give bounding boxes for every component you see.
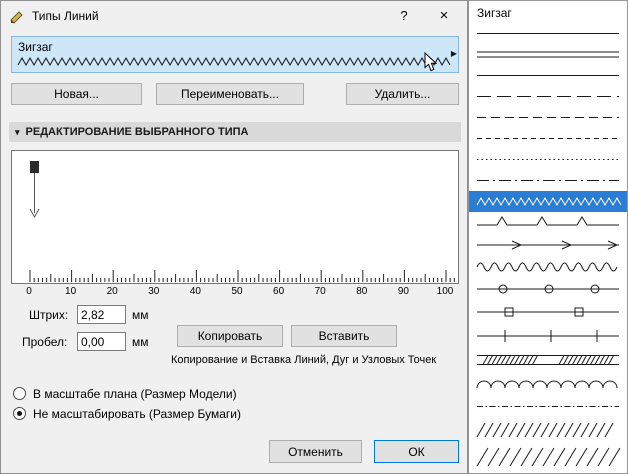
line-type-item-squares[interactable] (469, 300, 627, 324)
dialog-title: Типы Линий (32, 9, 99, 23)
copy-paste-hint: Копирование и Вставка Линий, Дуг и Узлов… (171, 354, 436, 366)
scale-option-model-label: В масштабе плана (Размер Модели) (33, 387, 237, 401)
cancel-button[interactable]: Отменить (269, 440, 362, 463)
line-type-item-dot[interactable] (469, 149, 627, 170)
line-edit-canvas[interactable] (11, 150, 459, 284)
new-button[interactable]: Новая... (11, 83, 142, 105)
ruler-label: 80 (356, 286, 367, 297)
ruler-labels: 0 10 20 30 40 50 60 70 80 90 100 (11, 286, 459, 298)
gap-label: Пробел: (22, 335, 67, 349)
ruler-label: 20 (107, 286, 118, 297)
line-type-item-dense-dashdot[interactable] (469, 396, 627, 417)
line-type-item-solid[interactable] (469, 23, 627, 44)
edit-section-title: РЕДАКТИРОВАНИЕ ВЫБРАННОГО ТИПА (26, 126, 249, 138)
scale-option-paper-label: Не масштабировать (Размер Бумаги) (33, 407, 241, 421)
line-type-item-dash-dot[interactable] (469, 170, 627, 191)
ruler-label: 50 (231, 286, 242, 297)
ruler-label: 100 (437, 286, 454, 297)
selected-type-preview (16, 53, 454, 70)
line-type-item-scallop[interactable] (469, 372, 627, 396)
ruler-label: 70 (315, 286, 326, 297)
gap-input[interactable] (77, 332, 126, 351)
ruler-label: 90 (398, 286, 409, 297)
dash-label: Штрих: (29, 308, 68, 322)
line-type-item-dash-short[interactable] (469, 128, 627, 149)
dash-handle[interactable] (18, 159, 58, 232)
line-type-item-circles[interactable] (469, 278, 627, 300)
delete-button[interactable]: Удалить... (346, 83, 459, 105)
dash-unit: мм (132, 308, 149, 322)
flyout-title: Зигзаг (469, 1, 627, 23)
selected-type-name: Зигзаг (18, 40, 53, 54)
ok-button[interactable]: ОК (374, 440, 459, 463)
copy-button[interactable]: Копировать (177, 325, 283, 347)
line-type-item-double[interactable] (469, 44, 627, 65)
line-types-screen: Типы Линий ? × Зигзаг ▶ Новая... Переиме… (0, 0, 628, 474)
ruler-label: 30 (148, 286, 159, 297)
radio-icon[interactable] (13, 387, 26, 400)
line-type-dropdown[interactable]: Зигзаг ▶ (11, 36, 459, 73)
dash-input[interactable] (77, 305, 126, 324)
help-button[interactable]: ? (387, 1, 421, 31)
line-type-item-hatch-band[interactable] (469, 348, 627, 372)
line-type-item-crosses[interactable] (469, 324, 627, 348)
line-type-item-peaks[interactable] (469, 212, 627, 234)
ruler-label: 60 (273, 286, 284, 297)
scale-option-model[interactable]: В масштабе плана (Размер Модели) (13, 386, 237, 401)
close-button[interactable]: × (421, 1, 467, 31)
gap-unit: мм (132, 335, 149, 349)
line-type-icon (9, 8, 25, 24)
line-types-dialog: Типы Линий ? × Зигзаг ▶ Новая... Переиме… (0, 0, 468, 474)
line-type-item-zigzag[interactable] (469, 191, 627, 212)
ruler-ticks (12, 267, 460, 283)
line-type-item-diagonal-wide[interactable] (469, 443, 627, 471)
scale-option-paper[interactable]: Не масштабировать (Размер Бумаги) (13, 406, 241, 421)
edit-section-header[interactable]: ▾ РЕДАКТИРОВАНИЕ ВЫБРАННОГО ТИПА (9, 122, 461, 142)
radio-icon[interactable] (13, 407, 26, 420)
line-type-item-wave[interactable] (469, 256, 627, 278)
line-type-item-dash-long[interactable] (469, 86, 627, 107)
line-type-item-solid[interactable] (469, 65, 627, 86)
flyout-arrow-icon: ▶ (451, 49, 457, 58)
line-type-item-dash[interactable] (469, 107, 627, 128)
rename-button[interactable]: Переименовать... (156, 83, 304, 105)
line-type-list (469, 23, 627, 471)
titlebar[interactable]: Типы Линий ? × (1, 1, 467, 31)
line-types-flyout: Зигзаг (468, 0, 628, 474)
paste-button[interactable]: Вставить (291, 325, 397, 347)
disclosure-triangle-icon: ▾ (15, 127, 20, 138)
ruler-label: 10 (65, 286, 76, 297)
line-type-item-diagonal[interactable] (469, 417, 627, 443)
ruler-label: 0 (26, 286, 32, 297)
line-type-item-arrows[interactable] (469, 234, 627, 256)
ruler-label: 40 (190, 286, 201, 297)
